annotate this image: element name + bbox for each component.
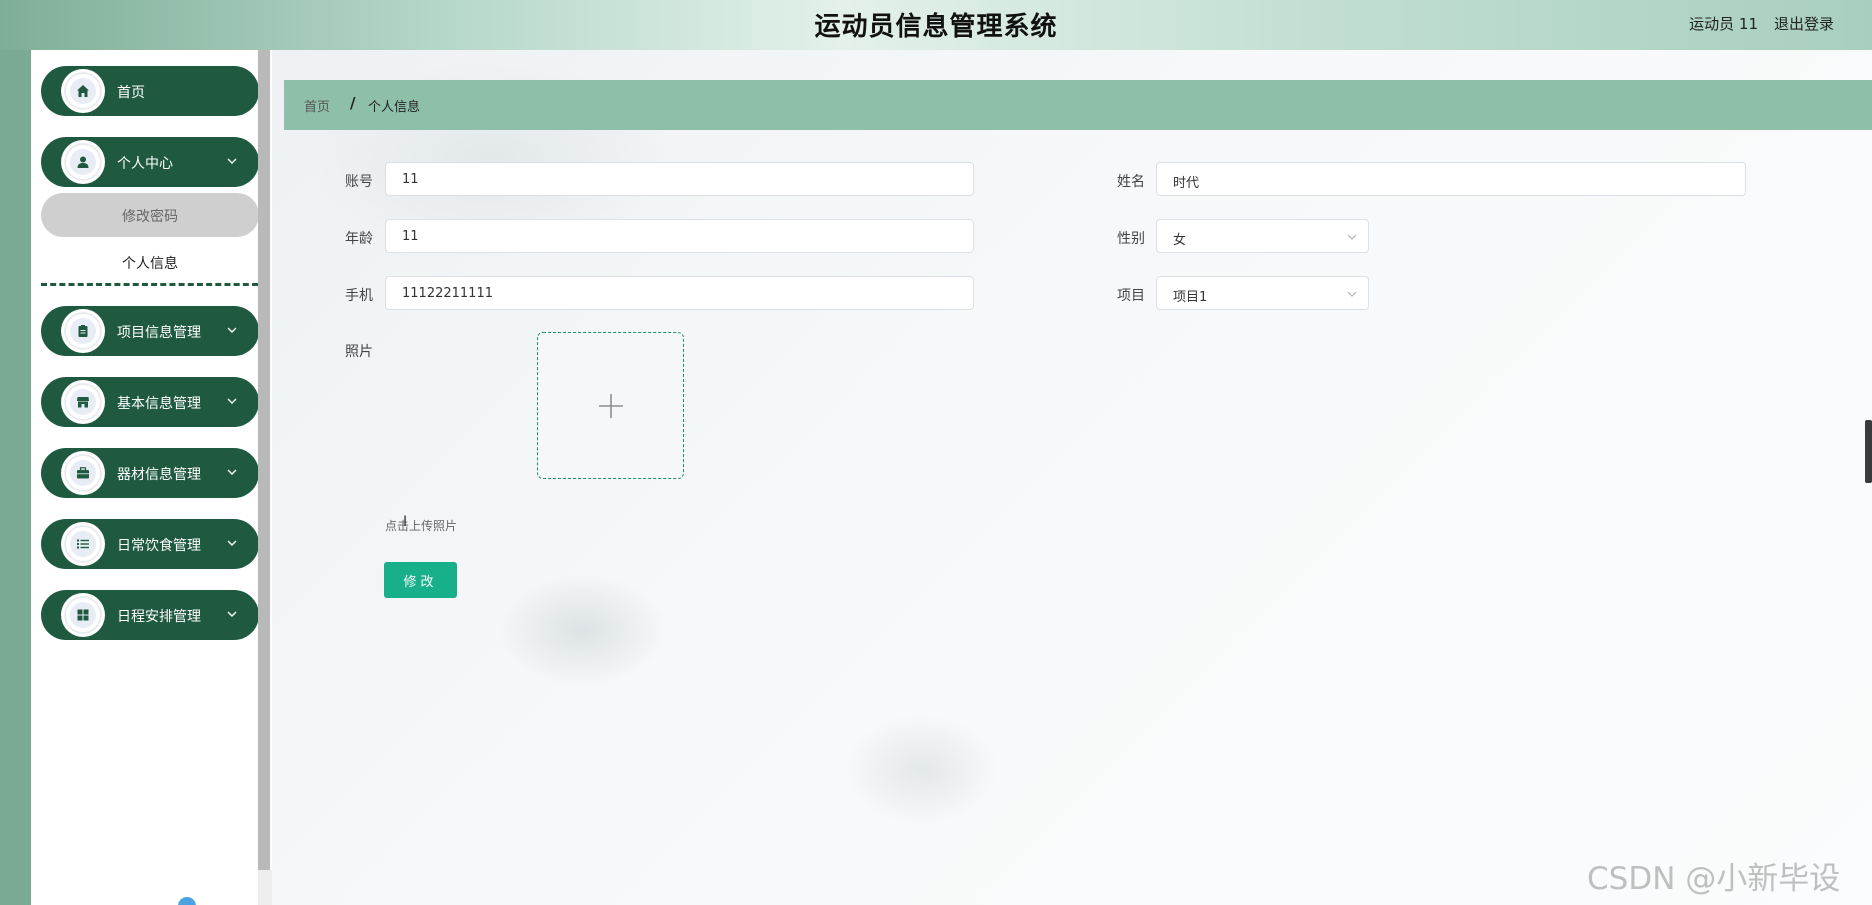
right-edge-handle[interactable] [1865, 420, 1872, 483]
sidebar-item-label: 器材信息管理 [117, 467, 201, 483]
gender-value: 女 [1173, 233, 1187, 248]
sidebar-item-label: 项目信息管理 [117, 325, 201, 341]
list-icon [77, 539, 89, 549]
top-header: 运动员信息管理系统 运动员 11 退出登录 [0, 0, 1872, 50]
phone-field[interactable]: 11122211111 [385, 276, 974, 310]
account-value: 11 [402, 172, 419, 187]
phone-label: 手机 [345, 288, 373, 304]
breadcrumb-separator: / [350, 94, 356, 112]
sidebar-item-home[interactable]: 首页 [41, 66, 259, 116]
photo-label: 照片 [345, 344, 373, 360]
sidebar-item-project-info[interactable]: 项目信息管理 [41, 306, 259, 356]
chevron-down-icon [1347, 291, 1357, 297]
breadcrumb: 首页 / 个人信息 [284, 80, 1872, 130]
name-value: 时代 [1173, 176, 1200, 191]
user-icon [77, 156, 89, 168]
clipboard-icon [78, 325, 88, 337]
project-select[interactable]: 项目1 [1156, 276, 1369, 310]
submenu-item-label: 修改密码 [122, 209, 178, 225]
account-label: 账号 [345, 174, 373, 190]
sidebar-item-basic-info[interactable]: 基本信息管理 [41, 377, 259, 427]
gender-label: 性别 [1117, 231, 1145, 247]
text-cursor-icon: I [403, 514, 408, 530]
project-value: 项目1 [1173, 290, 1208, 305]
sidebar-item-daily-diet[interactable]: 日常饮食管理 [41, 519, 259, 569]
sidebar-item-schedule[interactable]: 日程安排管理 [41, 590, 259, 640]
sidebar-item-label: 个人中心 [117, 156, 173, 172]
name-label: 姓名 [1117, 174, 1145, 190]
main-content: 首页 / 个人信息 账号 11 姓名 时代 年龄 11 性别 女 手机 1112… [272, 50, 1872, 905]
chevron-down-icon [227, 327, 237, 333]
watermark-text: CSDN @小新毕设 [1587, 861, 1841, 897]
name-field[interactable]: 时代 [1156, 162, 1746, 196]
submenu-item-label: 个人信息 [122, 256, 178, 272]
left-decor-strip [0, 50, 31, 905]
age-label: 年龄 [345, 231, 373, 247]
age-field[interactable]: 11 [385, 219, 974, 253]
phone-value: 11122211111 [402, 286, 493, 301]
breadcrumb-home-link[interactable]: 首页 [304, 96, 330, 115]
submenu-item-personal-info[interactable]: 个人信息 [41, 242, 259, 282]
grid-icon [77, 609, 89, 621]
project-label: 项目 [1117, 288, 1145, 304]
modify-button[interactable]: 修改 [384, 562, 457, 598]
chevron-down-icon [1347, 234, 1357, 240]
breadcrumb-current: 个人信息 [368, 100, 421, 115]
chevron-down-icon [227, 158, 237, 164]
submenu-item-change-password[interactable]: 修改密码 [41, 193, 259, 237]
submenu-personal-center: 修改密码 个人信息 [41, 190, 259, 285]
store-icon [77, 397, 89, 408]
modify-button-label: 修改 [403, 575, 438, 590]
account-field[interactable]: 11 [385, 162, 974, 196]
sidebar-item-equipment-info[interactable]: 器材信息管理 [41, 448, 259, 498]
plus-icon [599, 394, 623, 418]
sidebar-scrollbar[interactable] [258, 50, 270, 870]
sidebar-item-label: 日常饮食管理 [117, 538, 201, 554]
app-title: 运动员信息管理系统 [814, 12, 1058, 42]
sidebar-item-label: 日程安排管理 [117, 609, 201, 625]
current-user-label: 运动员 11 [1689, 15, 1758, 33]
upload-hint: 点击上传照片 [385, 519, 458, 533]
chevron-down-icon [227, 398, 237, 404]
age-value: 11 [402, 229, 419, 244]
chevron-down-icon [227, 540, 237, 546]
sidebar-item-personal-center[interactable]: 个人中心 [41, 137, 259, 187]
home-icon [77, 85, 89, 97]
sidebar-item-label: 基本信息管理 [117, 396, 201, 412]
globe-icon [178, 897, 196, 905]
sidebar-item-label: 首页 [117, 85, 145, 101]
chevron-down-icon [227, 611, 237, 617]
sidebar-scrollbar-arrow[interactable] [258, 870, 272, 905]
logout-link[interactable]: 退出登录 [1774, 13, 1834, 34]
submenu-divider [41, 283, 258, 286]
photo-upload-box[interactable] [537, 332, 684, 479]
gender-select[interactable]: 女 [1156, 219, 1369, 253]
sidebar: 首页 个人中心 修改密码 个人信息 项目信息管理 基本信息管理 器材信息管理 日… [31, 50, 259, 905]
chevron-down-icon [227, 469, 237, 475]
briefcase-icon [77, 467, 89, 479]
